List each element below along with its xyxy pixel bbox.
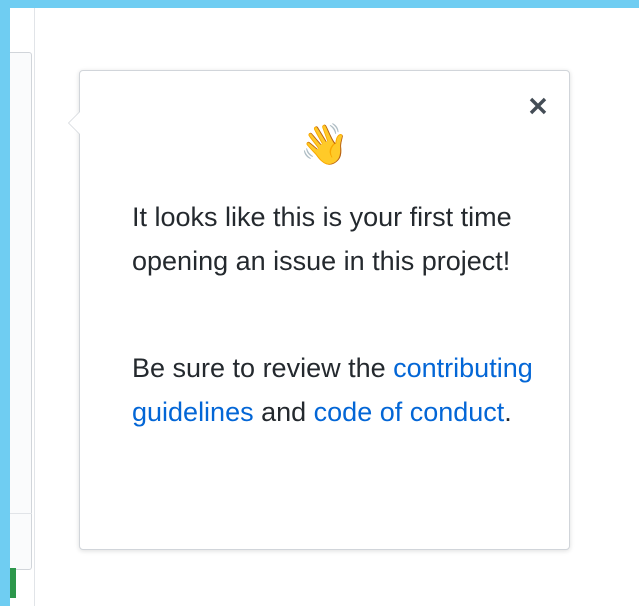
- code-of-conduct-link[interactable]: code of conduct: [314, 397, 505, 427]
- window-left-accent: [0, 0, 10, 606]
- close-icon: [529, 97, 547, 115]
- first-issue-popover: 👋 It looks like this is your first time …: [68, 70, 570, 550]
- and-text: and: [253, 397, 314, 427]
- close-button[interactable]: [525, 93, 551, 119]
- issue-form-edge: [10, 52, 32, 570]
- review-prefix: Be sure to review the: [132, 353, 394, 383]
- popover-caret-fill: [69, 112, 80, 134]
- left-panel: [10, 8, 35, 606]
- form-divider: [10, 513, 32, 514]
- period-text: .: [504, 397, 512, 427]
- submit-button-edge[interactable]: [10, 568, 16, 598]
- waving-hand-icon: 👋: [299, 122, 350, 168]
- window-top-accent: [0, 0, 639, 8]
- review-message: Be sure to review the contributing guide…: [132, 346, 542, 434]
- first-visit-message: It looks like this is your first time op…: [132, 202, 512, 276]
